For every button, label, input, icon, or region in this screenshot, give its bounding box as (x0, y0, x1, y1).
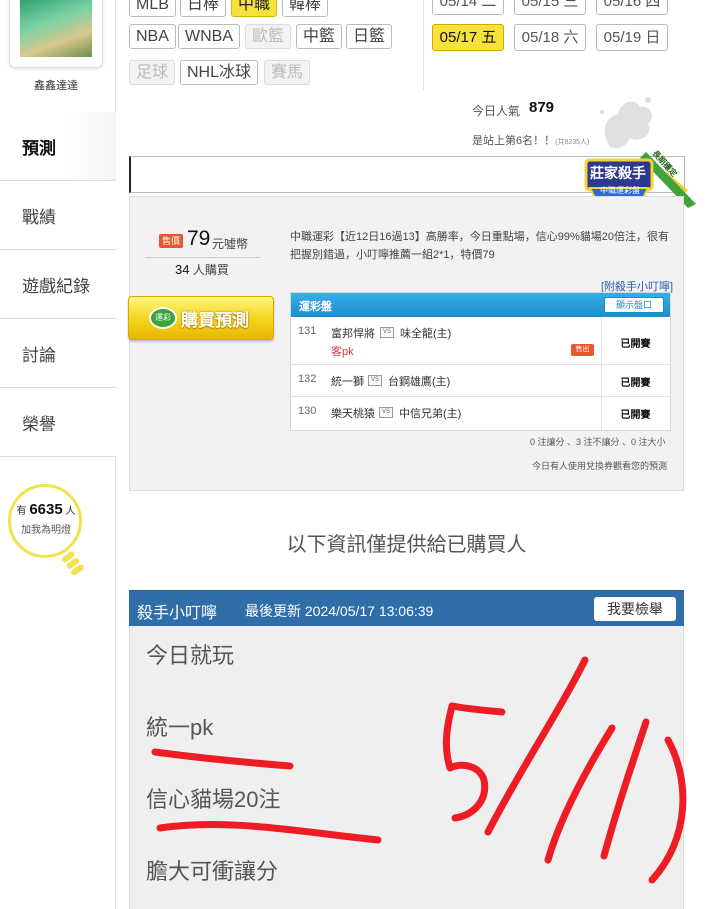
page: 鑫鑫達達 預測 戰績 遊戲紀錄 討論 榮譽 有 6635 人 加我為明燈 MLB… (0, 0, 720, 909)
date-button[interactable]: 05/19 日 (596, 24, 668, 51)
sidebar-item-label: 遊戲紀錄 (22, 276, 90, 296)
show-odds-button[interactable]: 顯示盤口 (604, 297, 664, 313)
sidebar-item-label: 戰績 (22, 207, 56, 227)
filter-tag-soccer: 足球 (129, 60, 176, 85)
game-number: 132 (298, 373, 317, 385)
game-number: 131 (298, 325, 317, 337)
date-button[interactable]: 05/18 六 (514, 24, 586, 51)
sidebar: 鑫鑫達達 預測 戰績 遊戲紀錄 討論 榮譽 有 6635 人 加我為明燈 (0, 0, 116, 909)
away-team: 樂天桃猿 (331, 408, 375, 420)
sidebar-item-game-history[interactable]: 遊戲紀錄 (0, 250, 116, 319)
sidebar-item-label: 預測 (22, 138, 56, 158)
filter-tag-mlb[interactable]: MLB (129, 0, 176, 17)
prediction-card: 售價 79 元噓幣 34 人購買 運彩 購買預測 中職運彩【近12日16過13】… (128, 196, 684, 491)
table-row: 131 富邦悍將 VS 味全龍(主) 客pk 售出 已開賽 (291, 317, 670, 365)
sidebar-item-discussion[interactable]: 討論 (0, 319, 116, 388)
avatar-image (20, 0, 92, 57)
table-header: 運彩盤 顯示盤口 (291, 293, 670, 317)
sidebar-item-predict[interactable]: 預測 (0, 112, 116, 181)
rank-text: 是站上第6名！！(共8235人) (472, 135, 590, 147)
filter-divider (423, 0, 424, 90)
price-unit: 元噓幣 (212, 237, 249, 251)
post-header: 殺手小叮嚀 最後更新 2024/05/17 13:06:39 我要檢舉 (129, 590, 684, 626)
filter-tag-horse-racing: 賽馬 (264, 60, 311, 85)
buyer-count: 34 人購買 (175, 262, 229, 277)
vs-icon: VS (380, 327, 394, 338)
lottery-icon: 運彩 (149, 307, 177, 329)
buyers-only-notice: 以下資訊僅提供給已購買人 (286, 534, 527, 556)
filter-tag-euro-basketball: 歐籃 (245, 24, 292, 49)
post-line: 膽大可衝讓分 (146, 859, 279, 884)
filter-tag-kbo[interactable]: 韓棒 (282, 0, 329, 17)
sidebar-item-label: 榮譽 (22, 414, 56, 434)
price-value: 79 (187, 227, 211, 250)
date-button[interactable]: 05/16 四 (596, 0, 668, 15)
filter-tag-npb[interactable]: 日棒 (180, 0, 227, 17)
sold-tag: 售出 (571, 344, 594, 356)
buy-prediction-label: 購買預測 (181, 311, 249, 330)
post-line: 今日就玩 (146, 643, 235, 668)
avatar[interactable] (9, 0, 103, 68)
date-button[interactable]: 05/15 三 (514, 0, 586, 15)
filter-tag-cba[interactable]: 中籃 (296, 24, 343, 49)
splash-decoration-icon (600, 97, 652, 149)
popularity-value: 879 (529, 99, 555, 116)
badge-title: 莊家殺手 (590, 165, 646, 181)
voucher-note: 今日有人使用兌換券觀看您的預測 (532, 461, 668, 471)
post-line: 統一pk (146, 715, 214, 740)
game-status: 已開賽 (620, 339, 651, 350)
home-team: 中信兄弟(主) (399, 408, 462, 420)
follow-lightbulb-button[interactable]: 有 6635 人 加我為明燈 (8, 484, 84, 580)
table-row: 130 樂天桃猿 VS 中信兄弟(主) 已開賽 (291, 397, 670, 430)
price-tag: 售價 (159, 234, 184, 248)
report-button[interactable]: 我要檢舉 (594, 597, 676, 621)
away-team: 富邦悍將 (331, 328, 375, 340)
post-author[interactable]: 殺手小叮嚀 (137, 599, 217, 623)
filter-tag-jp-basketball[interactable]: 日籃 (346, 24, 393, 49)
price-divider (145, 257, 260, 258)
pick-label: 客pk (331, 346, 354, 358)
user-name[interactable]: 鑫鑫達達 (0, 77, 112, 93)
sidebar-nav: 預測 戰績 遊戲紀錄 討論 榮譽 (0, 112, 116, 457)
filter-tag-cpbl[interactable]: 中職 (231, 0, 278, 17)
sidebar-item-record[interactable]: 戰績 (0, 181, 116, 250)
away-team: 統一獅 (331, 376, 364, 388)
table-title: 運彩盤 (299, 301, 332, 313)
date-button[interactable]: 05/14 二 (432, 0, 504, 15)
pick-table: 運彩盤 顯示盤口 131 富邦悍將 VS 味全龍(主) 客pk 售出 已開賽 1… (290, 292, 671, 431)
badge-subtitle: 中職運彩盤 (600, 186, 640, 195)
buy-prediction-button[interactable]: 運彩 購買預測 (128, 296, 274, 340)
prediction-description: 中職運彩【近12日16過13】高勝率，今日重點場，信心99%貓場20倍注，很有把… (290, 231, 669, 261)
filter-tag-nhl[interactable]: NHL冰球 (180, 60, 259, 85)
sidebar-item-label: 討論 (22, 345, 56, 365)
sidebar-item-honor[interactable]: 榮譽 (0, 388, 116, 457)
follower-count: 有 6635 人 (16, 501, 76, 518)
game-number: 130 (298, 405, 317, 417)
bet-summary: 0 注讓分 、3 注不讓分 、0 注大小 (530, 437, 666, 447)
table-row: 132 統一獅 VS 台鋼雄鷹(主) 已開賽 (291, 365, 670, 397)
follow-label: 加我為明燈 (21, 525, 71, 536)
post-body: 今日就玩 統一pk 信心貓場20注 膽大可衝讓分 (129, 626, 684, 909)
post-updated-time: 最後更新 2024/05/17 13:06:39 (245, 603, 434, 619)
popularity-label: 今日人氣 (472, 104, 521, 118)
vs-icon: VS (368, 375, 382, 386)
home-team: 味全龍(主) (400, 328, 452, 340)
game-status: 已開賽 (620, 410, 651, 421)
home-team: 台鋼雄鷹(主) (388, 376, 451, 388)
game-status: 已開賽 (620, 378, 651, 389)
lightbulb-base-icon (61, 551, 84, 576)
date-button-selected[interactable]: 05/17 五 (432, 24, 504, 51)
filter-tag-wnba[interactable]: WNBA (178, 24, 240, 49)
post-line: 信心貓場20注 (146, 787, 281, 812)
filter-tag-nba[interactable]: NBA (129, 24, 176, 49)
vs-icon: VS (379, 407, 393, 418)
